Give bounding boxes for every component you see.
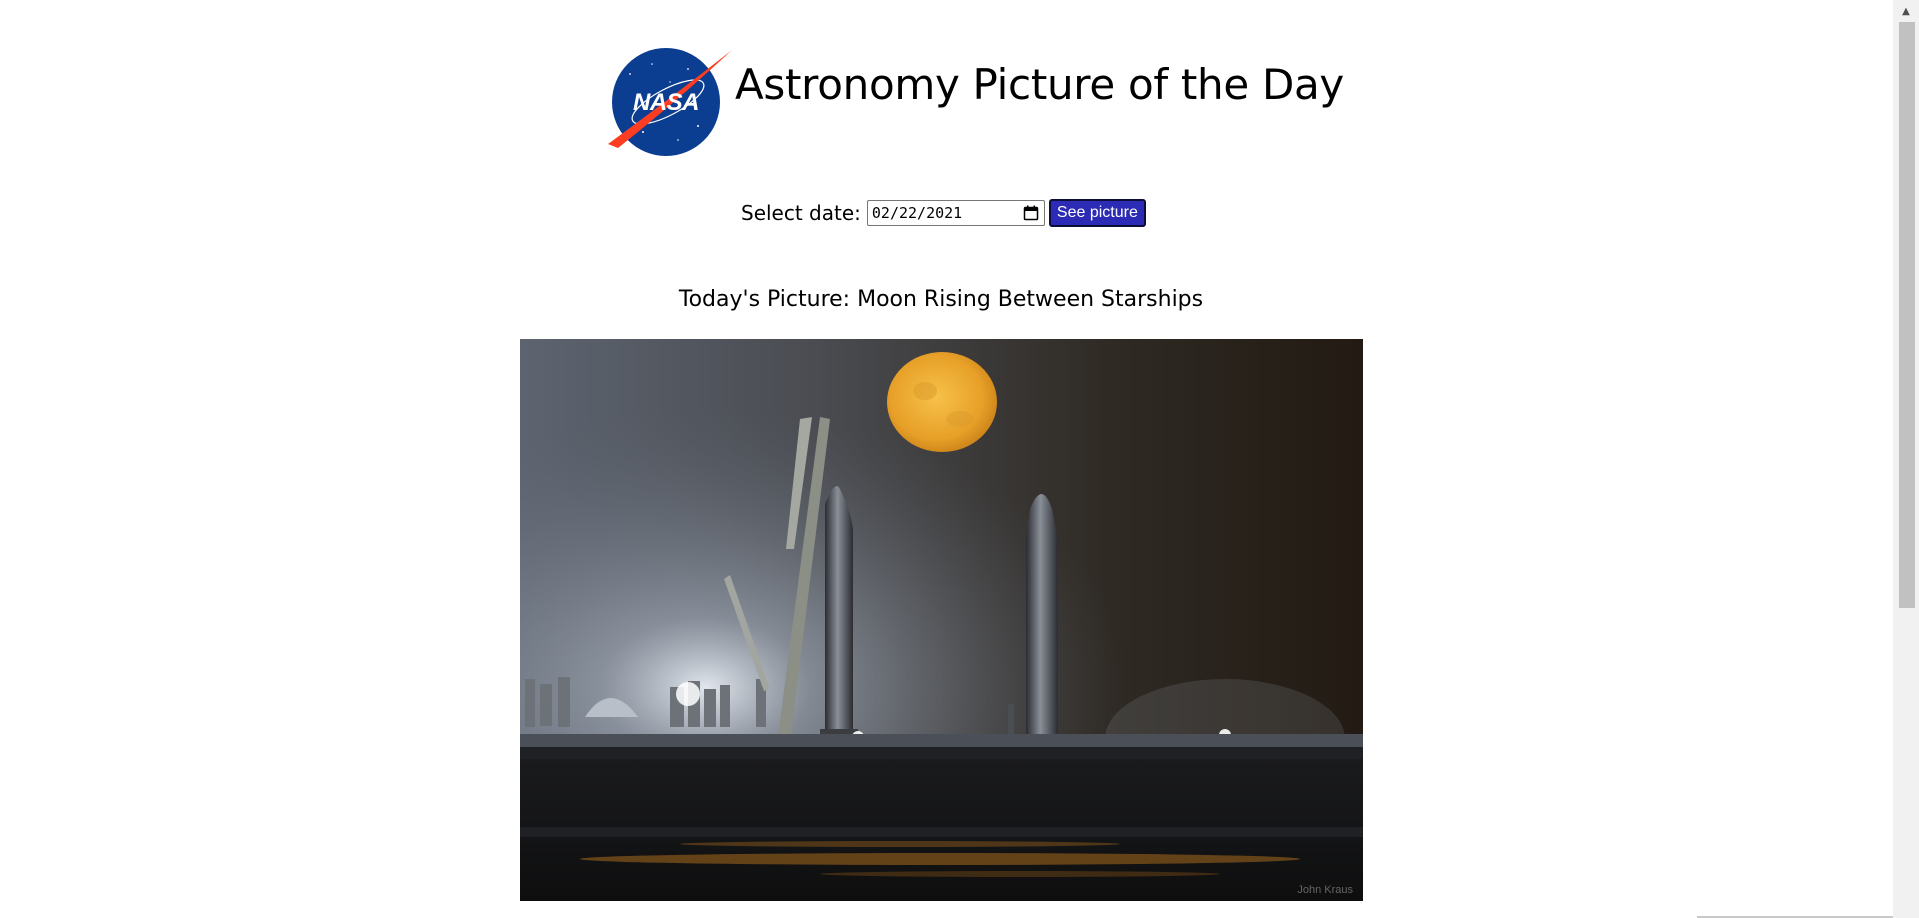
image-credit: John Kraus: [1297, 884, 1353, 896]
header: NASA Astronomy Picture of the Day: [608, 38, 1344, 158]
calendar-icon[interactable]: [1023, 205, 1039, 221]
vertical-scrollbar[interactable]: ▲: [1893, 0, 1919, 918]
picture-heading: Today's Picture: Moon Rising Between Sta…: [678, 287, 1204, 312]
date-label: Select date:: [741, 201, 861, 225]
date-input[interactable]: 02/22/2021: [866, 200, 1045, 226]
chevron-up-icon[interactable]: ▲: [1893, 0, 1919, 22]
date-form: Select date: 02/22/2021 See picture: [741, 198, 1146, 228]
svg-text:NASA: NASA: [633, 89, 699, 116]
apod-image: John Kraus: [520, 339, 1363, 901]
page: NASA Astronomy Picture of the Day Select…: [0, 0, 1890, 918]
page-title: Astronomy Picture of the Day: [735, 60, 1344, 109]
scrollbar-thumb[interactable]: [1899, 22, 1915, 608]
see-picture-button[interactable]: See picture: [1048, 199, 1146, 227]
date-input-value: 02/22/2021: [871, 204, 963, 222]
nasa-logo: NASA: [608, 48, 732, 156]
